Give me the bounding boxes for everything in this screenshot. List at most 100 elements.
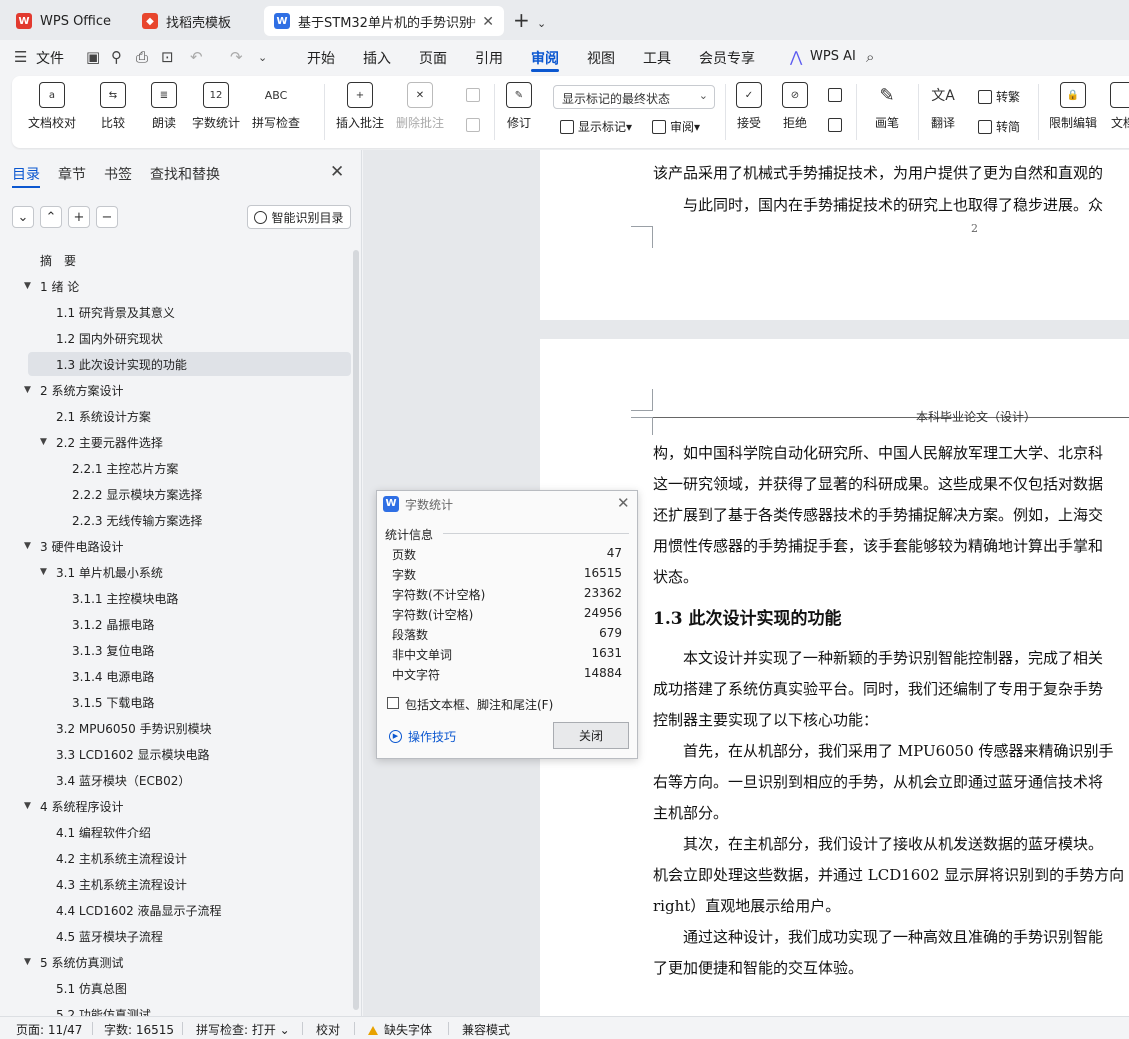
status-spell-check[interactable]: 拼写检查: 打开 ⌄ xyxy=(196,1021,290,1038)
add-heading-button[interactable]: + xyxy=(68,206,90,228)
menu-home[interactable]: 开始 xyxy=(307,48,335,68)
menu-review[interactable]: 审阅 xyxy=(531,48,559,68)
tab-document[interactable]: W 基于STM32单片机的手势识别 ▭ ✕ xyxy=(264,6,504,36)
pen-button[interactable]: ✎ 画笔 xyxy=(874,82,900,131)
toc-item[interactable]: 4.2 主机系统主流程设计 xyxy=(0,846,352,870)
toc-item[interactable]: 2.2.1 主控芯片方案 xyxy=(0,456,352,480)
reject-button[interactable]: ⊘ 拒绝 xyxy=(782,82,808,131)
toc-item[interactable]: 3.1.3 复位电路 xyxy=(0,638,352,662)
menu-file[interactable]: 文件 xyxy=(36,48,64,68)
toc-item[interactable]: 2.2.2 显示模块方案选择 xyxy=(0,482,352,506)
toc-item[interactable]: ▼ 4 系统程序设计 xyxy=(0,794,352,818)
toc-item[interactable]: 2.2.3 无线传输方案选择 xyxy=(0,508,352,532)
markup-mode-select[interactable]: 显示标记的最终状态 ⌄ xyxy=(553,85,715,109)
collapse-up-button[interactable]: ⌃ xyxy=(40,206,62,228)
show-markup-button[interactable]: 显示标记 ▾ xyxy=(560,118,632,135)
to-traditional-button[interactable]: 转繁 xyxy=(978,88,1020,105)
expand-arrow-icon[interactable]: ▼ xyxy=(24,801,31,811)
redo-icon[interactable]: ↷ xyxy=(230,48,243,66)
toc-item[interactable]: 4.1 编程软件介绍 xyxy=(0,820,352,844)
close-pane-icon[interactable]: ✕ xyxy=(330,162,344,182)
compare-button[interactable]: ⇆ 比较 xyxy=(100,82,126,131)
expand-arrow-icon[interactable]: ▼ xyxy=(24,281,31,291)
proofread-button[interactable]: a 文档校对 xyxy=(28,82,76,131)
delete-comment-button[interactable]: ✕ 删除批注 xyxy=(396,82,444,131)
toc-item[interactable]: 4.5 蓝牙模块子流程 xyxy=(0,924,352,948)
toc-item[interactable]: ▼ 3.1 单片机最小系统 xyxy=(0,560,352,584)
undo-icon[interactable]: ↶ xyxy=(190,48,203,66)
tab-chapters[interactable]: 章节 xyxy=(58,164,86,184)
next-change-icon[interactable] xyxy=(828,118,846,132)
menu-insert[interactable]: 插入 xyxy=(363,48,391,68)
menu-wps-ai[interactable]: WPS AI xyxy=(810,49,856,64)
review-pane-button[interactable]: 审阅 ▾ xyxy=(652,118,700,135)
toc-item[interactable]: 摘 要 xyxy=(0,248,352,272)
status-page[interactable]: 页面: 11/47 xyxy=(16,1021,82,1038)
toc-item[interactable]: 1.3 此次设计实现的功能 xyxy=(28,352,351,376)
include-textboxes-checkbox[interactable] xyxy=(387,697,399,709)
previous-change-icon[interactable] xyxy=(828,88,846,102)
expand-arrow-icon[interactable]: ▼ xyxy=(24,541,31,551)
document-button[interactable]: 文档 xyxy=(1110,82,1129,131)
toc-item[interactable]: 3.4 蓝牙模块（ECB02） xyxy=(0,768,352,792)
toc-item[interactable]: 3.1.1 主控模块电路 xyxy=(0,586,352,610)
menu-member[interactable]: 会员专享 xyxy=(699,48,755,68)
expand-arrow-icon[interactable]: ▼ xyxy=(24,957,31,967)
accept-button[interactable]: ✓ 接受 xyxy=(736,82,762,131)
share-icon[interactable]: ⚲ xyxy=(111,48,122,66)
include-textboxes-label[interactable]: 包括文本框、脚注和尾注(F) xyxy=(405,696,553,713)
expand-arrow-icon[interactable]: ▼ xyxy=(40,567,47,577)
status-word-count[interactable]: 字数: 16515 xyxy=(104,1021,174,1038)
toc-item[interactable]: 3.1.2 晶振电路 xyxy=(0,612,352,636)
word-count-button[interactable]: 12 字数统计 xyxy=(192,82,240,131)
toc-item[interactable]: 5.1 仿真总图 xyxy=(0,976,352,1000)
sidebar-scrollbar[interactable] xyxy=(353,250,359,1010)
toc-item[interactable]: ▼ 1 绪 论 xyxy=(0,274,352,298)
toc-item[interactable]: 2.1 系统设计方案 xyxy=(0,404,352,428)
tab-find-replace[interactable]: 查找和替换 xyxy=(150,164,220,184)
expand-arrow-icon[interactable]: ▼ xyxy=(24,385,31,395)
previous-comment-icon[interactable] xyxy=(466,88,484,102)
next-comment-icon[interactable] xyxy=(466,118,484,132)
toc-item[interactable]: 3.1.4 电源电路 xyxy=(0,664,352,688)
status-proofread[interactable]: 校对 xyxy=(316,1021,340,1038)
toc-item[interactable]: ▼ 3 硬件电路设计 xyxy=(0,534,352,558)
revise-button[interactable]: ✎ 修订 xyxy=(506,82,532,131)
toc-item[interactable]: ▼ 2.2 主要元器件选择 xyxy=(0,430,352,454)
toc-item[interactable]: 4.3 主机系统主流程设计 xyxy=(0,872,352,896)
toc-item[interactable]: 3.2 MPU6050 手势识别模块 xyxy=(0,716,352,740)
menu-tools[interactable]: 工具 xyxy=(643,48,671,68)
toc-item[interactable]: 3.1.5 下载电路 xyxy=(0,690,352,714)
remove-heading-button[interactable]: − xyxy=(96,206,118,228)
monitor-icon[interactable]: ▭ xyxy=(466,14,476,27)
menu-page[interactable]: 页面 xyxy=(419,48,447,68)
expand-down-button[interactable]: ⌄ xyxy=(12,206,34,228)
insert-comment-button[interactable]: + 插入批注 xyxy=(336,82,384,131)
close-button[interactable]: 关闭 xyxy=(553,722,629,749)
toc-item[interactable]: 3.3 LCD1602 显示模块电路 xyxy=(0,742,352,766)
close-tab-icon[interactable]: ✕ xyxy=(482,14,494,30)
print-icon[interactable]: ⎙ xyxy=(136,48,148,66)
smart-toc-button[interactable]: 智能识别目录 xyxy=(247,205,351,229)
toc-item[interactable]: 1.2 国内外研究现状 xyxy=(0,326,352,350)
new-tab-icon[interactable]: + xyxy=(513,10,530,30)
tab-list-chevron-icon[interactable]: ⌄ xyxy=(537,14,546,34)
tab-wps-office[interactable]: W WPS Office xyxy=(6,6,124,36)
hamburger-menu-icon[interactable]: ☰ xyxy=(14,48,27,66)
close-dialog-icon[interactable]: ✕ xyxy=(617,494,630,512)
toc-item[interactable]: 4.4 LCD1602 液晶显示子流程 xyxy=(0,898,352,922)
quick-access-chevron-icon[interactable]: ⌄ xyxy=(258,51,267,64)
print-preview-icon[interactable]: ⊡ xyxy=(161,48,174,66)
status-missing-font[interactable]: 缺失字体 xyxy=(368,1021,432,1038)
to-simplified-button[interactable]: 转简 xyxy=(978,118,1020,135)
toc-item[interactable]: 1.1 研究背景及其意义 xyxy=(0,300,352,324)
read-aloud-button[interactable]: ≣ 朗读 xyxy=(151,82,177,131)
toc-item[interactable]: ▼ 2 系统方案设计 xyxy=(0,378,352,402)
save-icon[interactable]: ▣ xyxy=(86,48,100,66)
toc-item[interactable]: ▼ 5 系统仿真测试 xyxy=(0,950,352,974)
restrict-edit-button[interactable]: 🔒 限制编辑 xyxy=(1049,82,1097,131)
spell-check-button[interactable]: ABC 拼写检查 xyxy=(252,82,300,131)
tab-bookmarks[interactable]: 书签 xyxy=(104,164,132,184)
toc-item[interactable]: 5.2 功能仿真测试 xyxy=(0,1002,352,1017)
tab-toc[interactable]: 目录 xyxy=(12,164,40,184)
